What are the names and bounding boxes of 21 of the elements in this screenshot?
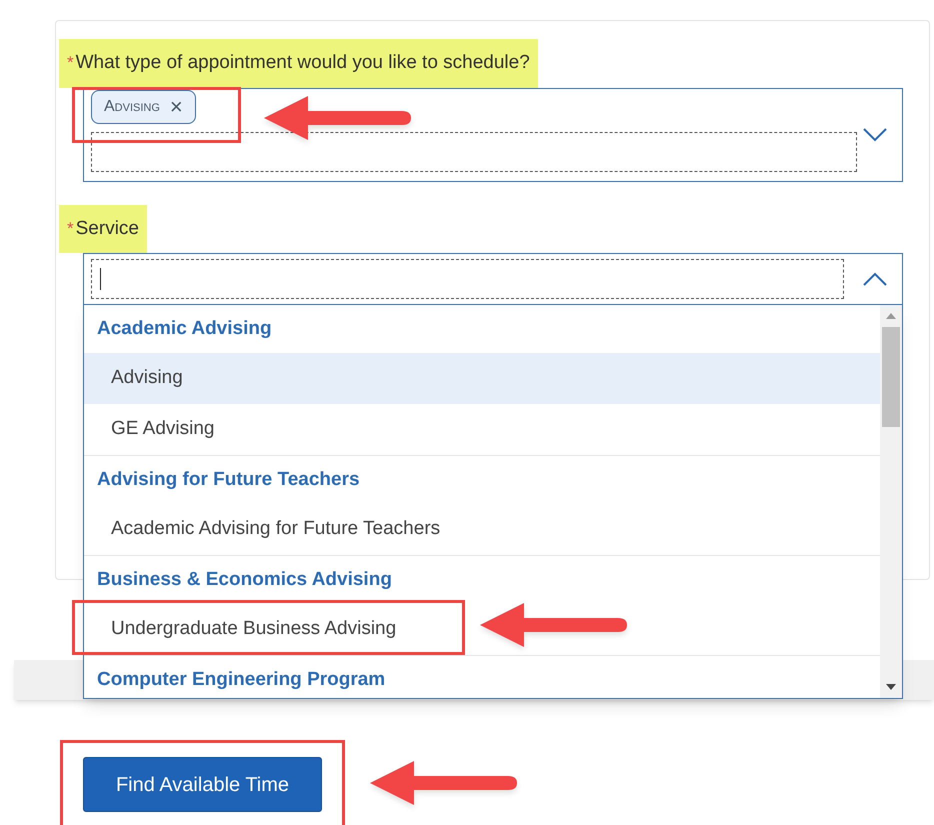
group-heading: Business & Economics Advising: [96, 568, 393, 592]
scrollbar-thumb[interactable]: [882, 327, 900, 427]
text-cursor: [100, 268, 101, 290]
field-label: Service: [76, 216, 139, 240]
group-heading: Advising for Future Teachers: [96, 468, 361, 492]
scrollbar[interactable]: [880, 305, 902, 698]
group-heading: Academic Advising: [96, 316, 273, 341]
appointment-input[interactable]: [91, 132, 857, 172]
find-available-time-button[interactable]: Find Available Time: [83, 757, 322, 812]
chevron-down-icon[interactable]: [862, 126, 888, 142]
chevron-up-icon[interactable]: [862, 271, 888, 287]
tag-label: Advising: [104, 96, 160, 116]
service-input[interactable]: [91, 259, 844, 299]
required-mark: *: [67, 218, 74, 240]
scroll-down-icon[interactable]: [886, 684, 896, 692]
group-heading: Computer Engineering Program: [96, 668, 386, 692]
service-combobox[interactable]: [83, 253, 903, 305]
service-option[interactable]: Advising: [84, 353, 880, 404]
remove-tag-button[interactable]: ×: [170, 96, 183, 118]
required-mark: *: [67, 52, 74, 74]
field-label: What type of appointment would you like to schedule?: [76, 51, 530, 75]
